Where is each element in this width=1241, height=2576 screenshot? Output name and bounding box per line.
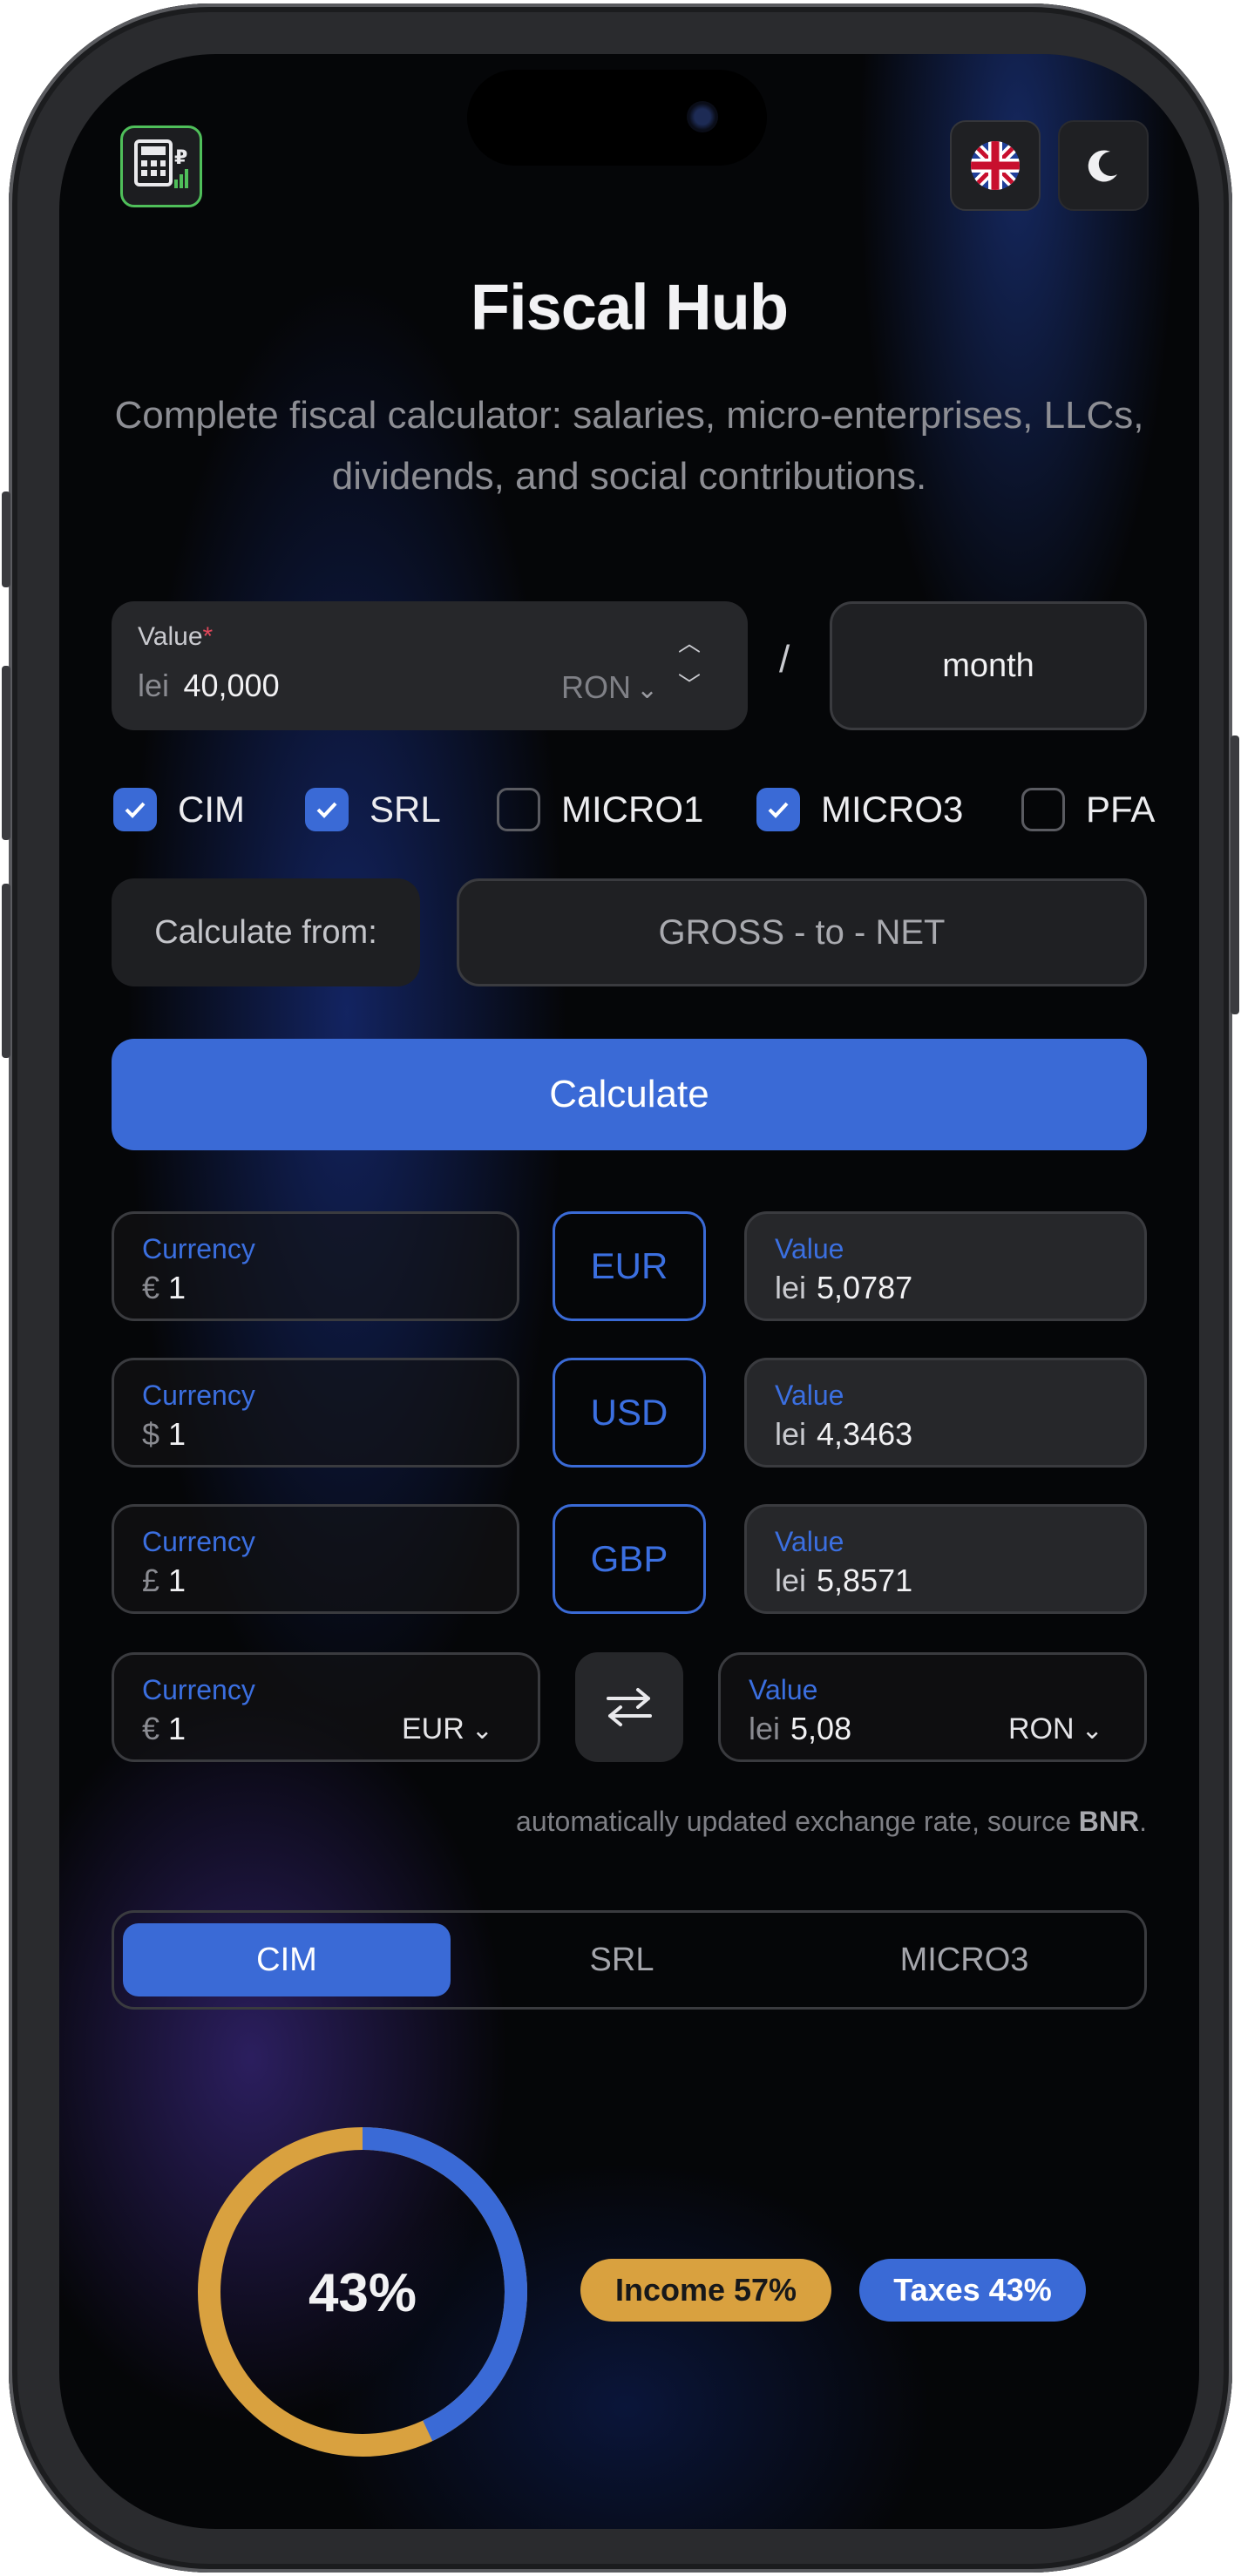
language-button[interactable]: [950, 120, 1041, 211]
eur-currency-field[interactable]: Currency €1: [112, 1211, 519, 1321]
checkbox-icon[interactable]: [1021, 788, 1065, 831]
usd-code-badge: USD: [553, 1358, 706, 1468]
checkbox-icon[interactable]: [113, 788, 157, 831]
value-label: Value*: [138, 622, 214, 651]
moon-icon: [1088, 150, 1117, 182]
option-micro1[interactable]: MICRO1: [497, 788, 703, 831]
taxes-pill: Taxes 43%: [859, 2259, 1086, 2322]
calculator-logo-icon: ₽: [134, 139, 188, 188]
exchange-rate-note: automatically updated exchange rate, sou…: [516, 1806, 1147, 1837]
increment-icon[interactable]: ︿: [678, 626, 701, 658]
app-logo[interactable]: ₽: [120, 125, 202, 207]
page-subtitle: Complete fiscal calculator: salaries, mi…: [114, 394, 1144, 498]
value-input-content[interactable]: lei 40,000: [138, 668, 280, 704]
per-separator: /: [779, 638, 790, 681]
svg-text:₽: ₽: [174, 147, 187, 169]
gbp-value-field: Value lei 5,8571: [744, 1504, 1147, 1614]
to-currency-select[interactable]: RON ⌄: [1008, 1712, 1103, 1746]
eur-code-badge: EUR: [553, 1211, 706, 1321]
chevron-down-icon: ⌄: [1081, 1716, 1103, 1745]
checkbox-icon[interactable]: [497, 788, 540, 831]
volume-up-button: [2, 666, 10, 840]
swap-button[interactable]: [575, 1652, 683, 1762]
calculate-button[interactable]: Calculate: [112, 1039, 1147, 1150]
chevron-down-icon: ⌄: [636, 675, 659, 704]
calculation-mode-toggle[interactable]: GROSS - to - NET: [457, 878, 1147, 986]
dynamic-island: [467, 70, 767, 166]
decrement-icon[interactable]: ﹀: [678, 668, 701, 700]
chevron-down-icon: ⌄: [471, 1716, 493, 1745]
converter-from-field[interactable]: Currency €1 EUR ⌄: [112, 1652, 540, 1762]
page-title: Fiscal Hub: [470, 271, 789, 343]
calculate-from-label-box: Calculate from:: [112, 878, 420, 986]
option-srl[interactable]: SRL: [305, 788, 441, 831]
checkbox-icon[interactable]: [305, 788, 349, 831]
uk-flag-icon: [971, 141, 1020, 190]
currency-select[interactable]: RON ⌄: [561, 669, 658, 706]
result-tabs: CIM SRL MICRO3: [112, 1910, 1147, 2010]
volume-down-button: [2, 884, 10, 1058]
theme-toggle-button[interactable]: [1058, 120, 1149, 211]
eur-value-field: Value lei 5,0787: [744, 1211, 1147, 1321]
option-pfa[interactable]: PFA: [1021, 788, 1155, 831]
tab-micro3[interactable]: MICRO3: [793, 1923, 1136, 1996]
gbp-currency-field[interactable]: Currency £1: [112, 1504, 519, 1614]
usd-currency-field[interactable]: Currency $1: [112, 1358, 519, 1468]
phone-frame: ₽ Fiscal Hub Complete fiscal calculator:…: [2, 3, 1239, 2573]
usd-value-field: Value lei 4,3463: [744, 1358, 1147, 1468]
income-pill: Income 57%: [580, 2259, 831, 2322]
checkbox-icon[interactable]: [756, 788, 800, 831]
period-select[interactable]: month: [830, 601, 1147, 730]
donut-center-label: 43%: [309, 2263, 417, 2323]
screen: ₽ Fiscal Hub Complete fiscal calculator:…: [59, 54, 1199, 2529]
tax-donut-chart: 43%: [198, 2127, 527, 2457]
option-micro3[interactable]: MICRO3: [756, 788, 963, 831]
value-input[interactable]: 40,000: [183, 668, 279, 703]
action-button: [2, 491, 10, 587]
from-currency-select[interactable]: EUR ⌄: [402, 1712, 493, 1746]
power-button: [1231, 736, 1239, 1014]
tab-srl[interactable]: SRL: [451, 1923, 793, 1996]
swap-arrows-icon: [607, 1688, 652, 1726]
camera-icon: [687, 101, 718, 132]
tab-cim[interactable]: CIM: [123, 1923, 451, 1996]
value-prefix: lei: [138, 668, 170, 703]
option-cim[interactable]: CIM: [113, 788, 245, 831]
converter-to-field[interactable]: Value lei 5,08 RON ⌄: [718, 1652, 1147, 1762]
gbp-code-badge: GBP: [553, 1504, 706, 1614]
value-input-field[interactable]: Value* lei 40,000 RON ⌄ ︿ ﹀: [112, 601, 748, 730]
